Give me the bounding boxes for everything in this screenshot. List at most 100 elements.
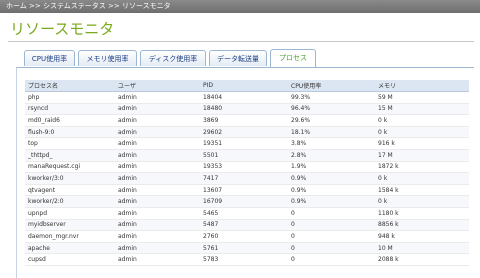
process-pid: 16709 bbox=[200, 195, 288, 208]
table-header-row: プロセス名 ユーザ PID CPU使用率 メモリ bbox=[25, 80, 469, 92]
table-row: cupsd admin 5783 0 2088 k bbox=[25, 253, 469, 266]
process-user: admin bbox=[115, 137, 200, 150]
table-row: _thttpd_ admin 5501 2.8% 17 M bbox=[25, 149, 469, 162]
process-user: admin bbox=[115, 172, 200, 185]
process-name: cupsd bbox=[25, 253, 115, 266]
process-cpu: 0.9% bbox=[288, 184, 375, 197]
process-table: プロセス名 ユーザ PID CPU使用率 メモリ php admin 18404 99… bbox=[25, 80, 469, 266]
column-header-cpu-usage[interactable]: CPU使用率 bbox=[288, 80, 375, 92]
process-name: flush-9:0 bbox=[25, 126, 115, 139]
process-memory: 0 k bbox=[375, 126, 469, 139]
process-pid: 19351 bbox=[200, 137, 288, 150]
process-memory: 1584 k bbox=[375, 184, 469, 197]
process-user: admin bbox=[115, 195, 200, 208]
process-pid: 18404 bbox=[200, 91, 288, 104]
process-cpu: 1.9% bbox=[288, 161, 375, 174]
process-user: admin bbox=[115, 161, 200, 174]
table-row: daemon_mgr.nvr admin 2760 0 948 k bbox=[25, 230, 469, 243]
table-row: manaRequest.cgi admin 19353 1.9% 1872 k bbox=[25, 161, 469, 174]
process-name: md0_raid6 bbox=[25, 114, 115, 127]
process-name: top bbox=[25, 137, 115, 150]
process-name: qtvagent bbox=[25, 184, 115, 197]
tab-data-transfer[interactable]: データ転送量 bbox=[209, 50, 267, 66]
process-user: admin bbox=[115, 103, 200, 116]
process-cpu: 18.1% bbox=[288, 126, 375, 139]
process-name: rsyncd bbox=[25, 103, 115, 116]
process-memory: 17 M bbox=[375, 149, 469, 162]
process-pid: 2760 bbox=[200, 230, 288, 243]
process-memory: 0 k bbox=[375, 172, 469, 185]
tab-disk-usage[interactable]: ディスク使用率 bbox=[140, 50, 206, 66]
column-header-user[interactable]: ユーザ bbox=[115, 80, 200, 92]
process-cpu: 99.3% bbox=[288, 91, 375, 104]
table-row: rsyncd admin 18480 96.4% 15 M bbox=[25, 103, 469, 116]
process-name: daemon_mgr.nvr bbox=[25, 230, 115, 243]
process-pid: 7417 bbox=[200, 172, 288, 185]
table-row: apache admin 5761 0 10 M bbox=[25, 242, 469, 255]
process-user: admin bbox=[115, 242, 200, 255]
table-row: kworker/3:0 admin 7417 0.9% 0 k bbox=[25, 172, 469, 185]
process-cpu: 3.8% bbox=[288, 137, 375, 150]
process-name: kworker/3:0 bbox=[25, 172, 115, 185]
process-name: myidbserver bbox=[25, 219, 115, 232]
process-pid: 5487 bbox=[200, 219, 288, 232]
process-memory: 0 k bbox=[375, 114, 469, 127]
title-divider bbox=[8, 41, 474, 42]
process-user: admin bbox=[115, 253, 200, 266]
process-name: php bbox=[25, 91, 115, 104]
table-row: php admin 18404 99.3% 59 M bbox=[25, 91, 469, 104]
table-row: top admin 19351 3.8% 916 k bbox=[25, 137, 469, 150]
process-pid: 29602 bbox=[200, 126, 288, 139]
process-memory: 1872 k bbox=[375, 161, 469, 174]
process-name: _thttpd_ bbox=[25, 149, 115, 162]
process-cpu: 2.8% bbox=[288, 149, 375, 162]
process-cpu: 0.9% bbox=[288, 195, 375, 208]
column-header-pid[interactable]: PID bbox=[200, 80, 288, 92]
column-header-process-name[interactable]: プロセス名 bbox=[25, 80, 115, 92]
process-panel: プロセス名 ユーザ PID CPU使用率 メモリ php admin 18404 99… bbox=[16, 67, 474, 278]
process-name: upnpd bbox=[25, 207, 115, 220]
process-memory: 948 k bbox=[375, 230, 469, 243]
tab-cpu-usage[interactable]: CPU使用率 bbox=[24, 50, 75, 66]
table-row: md0_raid6 admin 3869 29.6% 0 k bbox=[25, 114, 469, 127]
process-pid: 18480 bbox=[200, 103, 288, 116]
process-memory: 15 M bbox=[375, 103, 469, 116]
tab-memory-usage[interactable]: メモリ使用率 bbox=[78, 50, 137, 66]
process-pid: 5501 bbox=[200, 149, 288, 162]
process-memory: 59 M bbox=[375, 91, 469, 104]
process-name: manaRequest.cgi bbox=[25, 161, 115, 174]
process-memory: 8856 k bbox=[375, 219, 469, 232]
tab-process[interactable]: プロセス bbox=[270, 49, 316, 67]
process-user: admin bbox=[115, 114, 200, 127]
process-cpu: 0.9% bbox=[288, 172, 375, 185]
process-memory: 916 k bbox=[375, 137, 469, 150]
process-cpu: 0 bbox=[288, 242, 375, 255]
process-cpu: 29.6% bbox=[288, 114, 375, 127]
table-row: kworker/2:0 admin 16709 0.9% 0 k bbox=[25, 195, 469, 208]
table-row: flush-9:0 admin 29602 18.1% 0 k bbox=[25, 126, 469, 139]
page-title: リソースモニタ bbox=[10, 20, 115, 38]
breadcrumb: ホーム >> システムステータス >> リソースモニタ bbox=[0, 0, 480, 13]
process-memory: 10 M bbox=[375, 242, 469, 255]
process-cpu: 0 bbox=[288, 207, 375, 220]
process-user: admin bbox=[115, 219, 200, 232]
process-memory: 2088 k bbox=[375, 253, 469, 266]
process-pid: 13607 bbox=[200, 184, 288, 197]
process-memory: 0 k bbox=[375, 195, 469, 208]
process-pid: 19353 bbox=[200, 161, 288, 174]
table-row: myidbserver admin 5487 0 8856 k bbox=[25, 219, 469, 232]
process-pid: 5465 bbox=[200, 207, 288, 220]
process-name: apache bbox=[25, 242, 115, 255]
process-pid: 3869 bbox=[200, 114, 288, 127]
column-header-memory[interactable]: メモリ bbox=[375, 80, 469, 92]
process-cpu: 0 bbox=[288, 230, 375, 243]
process-user: admin bbox=[115, 207, 200, 220]
process-cpu: 0 bbox=[288, 219, 375, 232]
process-name: kworker/2:0 bbox=[25, 195, 115, 208]
process-user: admin bbox=[115, 91, 200, 104]
process-user: admin bbox=[115, 230, 200, 243]
process-user: admin bbox=[115, 184, 200, 197]
process-memory: 1180 k bbox=[375, 207, 469, 220]
process-pid: 5761 bbox=[200, 242, 288, 255]
process-cpu: 0 bbox=[288, 253, 375, 266]
